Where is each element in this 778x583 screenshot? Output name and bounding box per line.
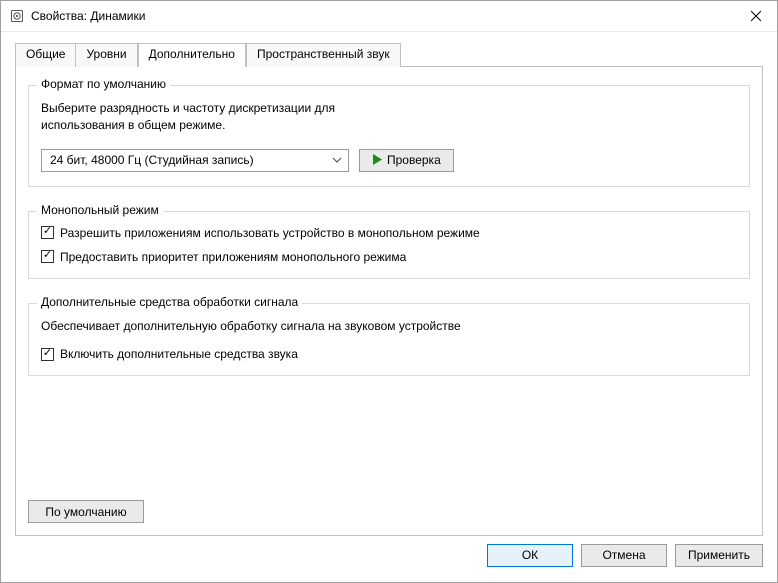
check-icon: ✓ [43,226,52,237]
group-default-format-legend: Формат по умолчанию [37,77,170,91]
tab-panel-advanced: Формат по умолчанию Выберите разрядность… [15,66,763,536]
cancel-button[interactable]: Отмена [581,544,667,567]
dialog-button-bar: ОК Отмена Применить [1,536,777,574]
group-signal-enhancements: Дополнительные средства обработки сигнал… [28,303,750,376]
tab-control: Общие Уровни Дополнительно Пространствен… [1,32,777,536]
checkbox-allow-exclusive-label: Разрешить приложениям использовать устро… [60,226,480,240]
group-exclusive-mode-legend: Монопольный режим [37,203,163,217]
checkbox-box: ✓ [41,348,54,361]
window-title: Свойства: Динамики [31,9,145,23]
tab-advanced[interactable]: Дополнительно [138,43,246,67]
tab-general[interactable]: Общие [15,43,75,67]
group-signal-enhancements-legend: Дополнительные средства обработки сигнал… [37,295,302,309]
check-icon: ✓ [43,250,52,261]
tab-spatial[interactable]: Пространственный звук [246,43,401,67]
signal-enhancements-description: Обеспечивает дополнительную обработку си… [41,318,737,335]
speaker-icon [9,8,25,24]
group-default-format: Формат по умолчанию Выберите разрядность… [28,85,750,187]
tab-bar: Общие Уровни Дополнительно Пространствен… [15,42,763,66]
checkbox-enable-enhancements-label: Включить дополнительные средства звука [60,347,298,361]
apply-button[interactable]: Применить [675,544,763,567]
close-icon [751,9,761,23]
ok-button[interactable]: ОК [487,544,573,567]
window: Свойства: Динамики Общие Уровни Дополнит… [0,0,778,583]
default-format-selected: 24 бит, 48000 Гц (Студийная запись) [50,153,254,167]
default-format-description: Выберите разрядность и частоту дискретиз… [41,100,737,135]
client-area: Общие Уровни Дополнительно Пространствен… [1,32,777,582]
play-icon [372,154,383,167]
close-button[interactable] [735,1,777,31]
default-format-select[interactable]: 24 бит, 48000 Гц (Студийная запись) [41,149,349,172]
titlebar: Свойства: Динамики [1,1,777,32]
checkbox-exclusive-priority[interactable]: ✓ Предоставить приоритет приложениям мон… [41,250,737,264]
checkbox-box: ✓ [41,226,54,239]
checkbox-enable-enhancements[interactable]: ✓ Включить дополнительные средства звука [41,347,737,361]
test-button[interactable]: Проверка [359,149,454,172]
check-icon: ✓ [43,348,52,359]
checkbox-box: ✓ [41,250,54,263]
group-exclusive-mode: Монопольный режим ✓ Разрешить приложения… [28,211,750,279]
checkbox-allow-exclusive[interactable]: ✓ Разрешить приложениям использовать уст… [41,226,737,240]
checkbox-exclusive-priority-label: Предоставить приоритет приложениям моноп… [60,250,406,264]
tab-levels[interactable]: Уровни [75,43,137,67]
chevron-down-icon [330,157,344,163]
restore-defaults-button[interactable]: По умолчанию [28,500,144,523]
